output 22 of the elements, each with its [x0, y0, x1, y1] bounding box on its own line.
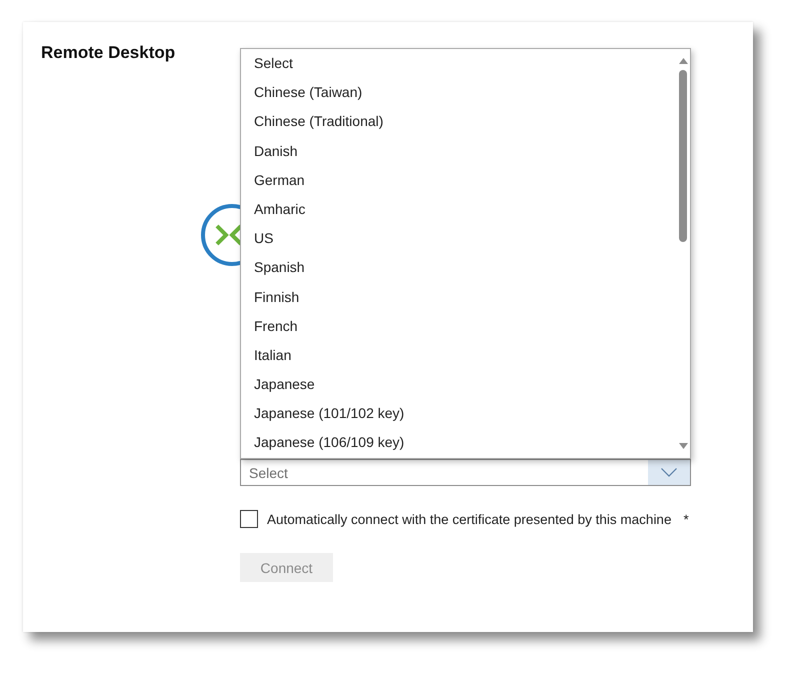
logo-icon — [200, 203, 240, 267]
dropdown-option[interactable]: US — [241, 224, 676, 254]
dropdown-option[interactable]: Finnish — [241, 282, 676, 312]
dropdown-option[interactable]: Chinese (Traditional) — [241, 107, 676, 137]
dropdown-option[interactable]: Amharic — [241, 194, 676, 224]
dropdown-option[interactable]: Italian — [241, 340, 676, 370]
dropdown-option[interactable]: Chinese (Taiwan) — [241, 78, 676, 108]
dropdown-option[interactable]: Spanish — [241, 253, 676, 282]
dropdown-option[interactable]: Select — [241, 49, 676, 78]
required-asterisk: * — [683, 512, 689, 526]
dropdown-option[interactable]: Japanese — [241, 370, 676, 400]
checkbox-label: Automatically connect with the certificate presented by this machine — [267, 512, 672, 526]
window-title: Remote Desktop — [40, 42, 176, 64]
scrollbar-thumb[interactable] — [679, 70, 687, 242]
dropdown-option[interactable]: Japanese (106/109 key) — [241, 428, 676, 458]
dropdown-option[interactable]: Japanese (101/102 key) — [241, 399, 676, 428]
scroll-up-arrow-icon[interactable] — [678, 58, 688, 64]
dropdown-option[interactable]: Danish — [241, 136, 676, 166]
scroll-down-arrow-icon[interactable] — [678, 443, 688, 449]
checkbox[interactable] — [240, 510, 258, 528]
dropdown-option[interactable]: French — [241, 312, 676, 341]
dropdown-option[interactable]: German — [241, 166, 676, 195]
